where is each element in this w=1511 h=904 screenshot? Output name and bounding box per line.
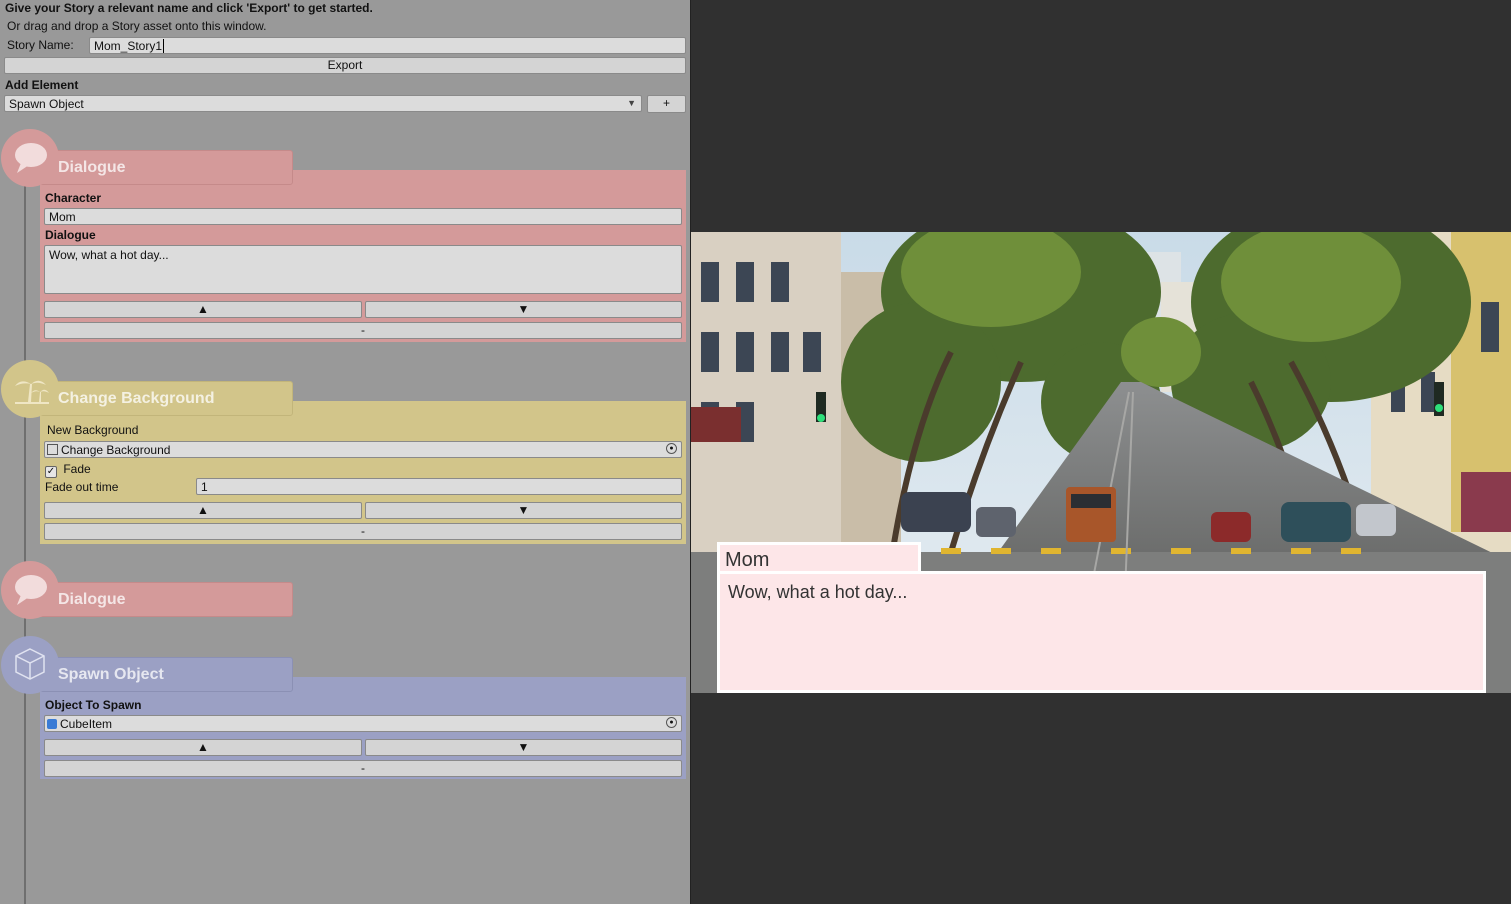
export-button[interactable]: Export: [4, 57, 686, 74]
speaker-name: Mom: [725, 549, 770, 571]
dialogue-box[interactable]: Wow, what a hot day...: [717, 571, 1486, 693]
palm-tree-icon: [15, 380, 49, 404]
add-element-button[interactable]: +: [647, 95, 686, 113]
checkbox-checked-icon[interactable]: ✓: [45, 466, 57, 478]
change-background-badge: [1, 360, 59, 418]
element-title: Dialogue: [58, 159, 126, 176]
spawn-object-element-header[interactable]: Spawn Object: [30, 657, 293, 692]
element-title: Dialogue: [58, 591, 126, 608]
remove-element-button[interactable]: -: [44, 760, 682, 777]
object-to-spawn-field[interactable]: CubeItem ●: [44, 715, 682, 732]
dialogue-badge: [1, 561, 59, 619]
fade-label: Fade: [63, 462, 91, 476]
change-background-element-header[interactable]: Change Background: [30, 381, 293, 416]
add-element-label: Add Element: [5, 78, 79, 92]
move-down-button[interactable]: ▼: [365, 502, 682, 519]
element-title: Change Background: [58, 390, 215, 407]
story-name-input[interactable]: Mom_Story1: [89, 37, 686, 54]
character-label: Character: [45, 191, 102, 205]
move-up-button[interactable]: ▲: [44, 301, 362, 318]
game-view: Mom Wow, what a hot day...: [691, 0, 1511, 904]
story-editor-panel: Give your Story a relevant name and clic…: [0, 0, 691, 904]
remove-element-button[interactable]: -: [44, 322, 682, 339]
intro-text-2: Or drag and drop a Story asset onto this…: [7, 19, 267, 33]
sprite-asset-icon: [47, 444, 58, 455]
dialogue-element-header[interactable]: Dialogue: [30, 582, 293, 617]
new-background-field[interactable]: Change Background ●: [44, 441, 682, 458]
chevron-down-icon: ▼: [627, 98, 636, 108]
move-up-button[interactable]: ▲: [44, 739, 362, 756]
move-down-button[interactable]: ▼: [365, 301, 682, 318]
prefab-icon: [47, 719, 57, 729]
spawn-object-badge: [1, 636, 59, 694]
element-type-dropdown[interactable]: Spawn Object ▼: [4, 95, 642, 112]
intro-text-1: Give your Story a relevant name and clic…: [5, 1, 373, 15]
move-up-button[interactable]: ▲: [44, 502, 362, 519]
dialogue-element-header[interactable]: Dialogue: [30, 150, 293, 185]
new-background-label: New Background: [47, 423, 139, 437]
object-picker-icon[interactable]: ●: [666, 443, 677, 454]
fade-time-input[interactable]: 1: [196, 478, 682, 495]
object-to-spawn-label: Object To Spawn: [45, 698, 142, 712]
fade-time-label: Fade out time: [45, 480, 119, 494]
timeline-line: [24, 150, 26, 904]
dialogue-badge: [1, 129, 59, 187]
fade-toggle[interactable]: ✓ Fade: [45, 462, 91, 478]
dialogue-label: Dialogue: [45, 228, 96, 242]
character-input[interactable]: Mom: [44, 208, 682, 225]
speech-bubble-icon: [15, 575, 47, 605]
dialogue-text: Wow, what a hot day...: [728, 582, 908, 602]
cube-icon: [15, 648, 45, 680]
element-title: Spawn Object: [58, 666, 164, 683]
object-picker-icon[interactable]: ●: [666, 717, 677, 728]
move-down-button[interactable]: ▼: [365, 739, 682, 756]
remove-element-button[interactable]: -: [44, 523, 682, 540]
speech-bubble-icon: [15, 143, 47, 173]
story-name-label: Story Name:: [7, 38, 74, 52]
dialogue-textarea[interactable]: Wow, what a hot day...: [44, 245, 682, 294]
